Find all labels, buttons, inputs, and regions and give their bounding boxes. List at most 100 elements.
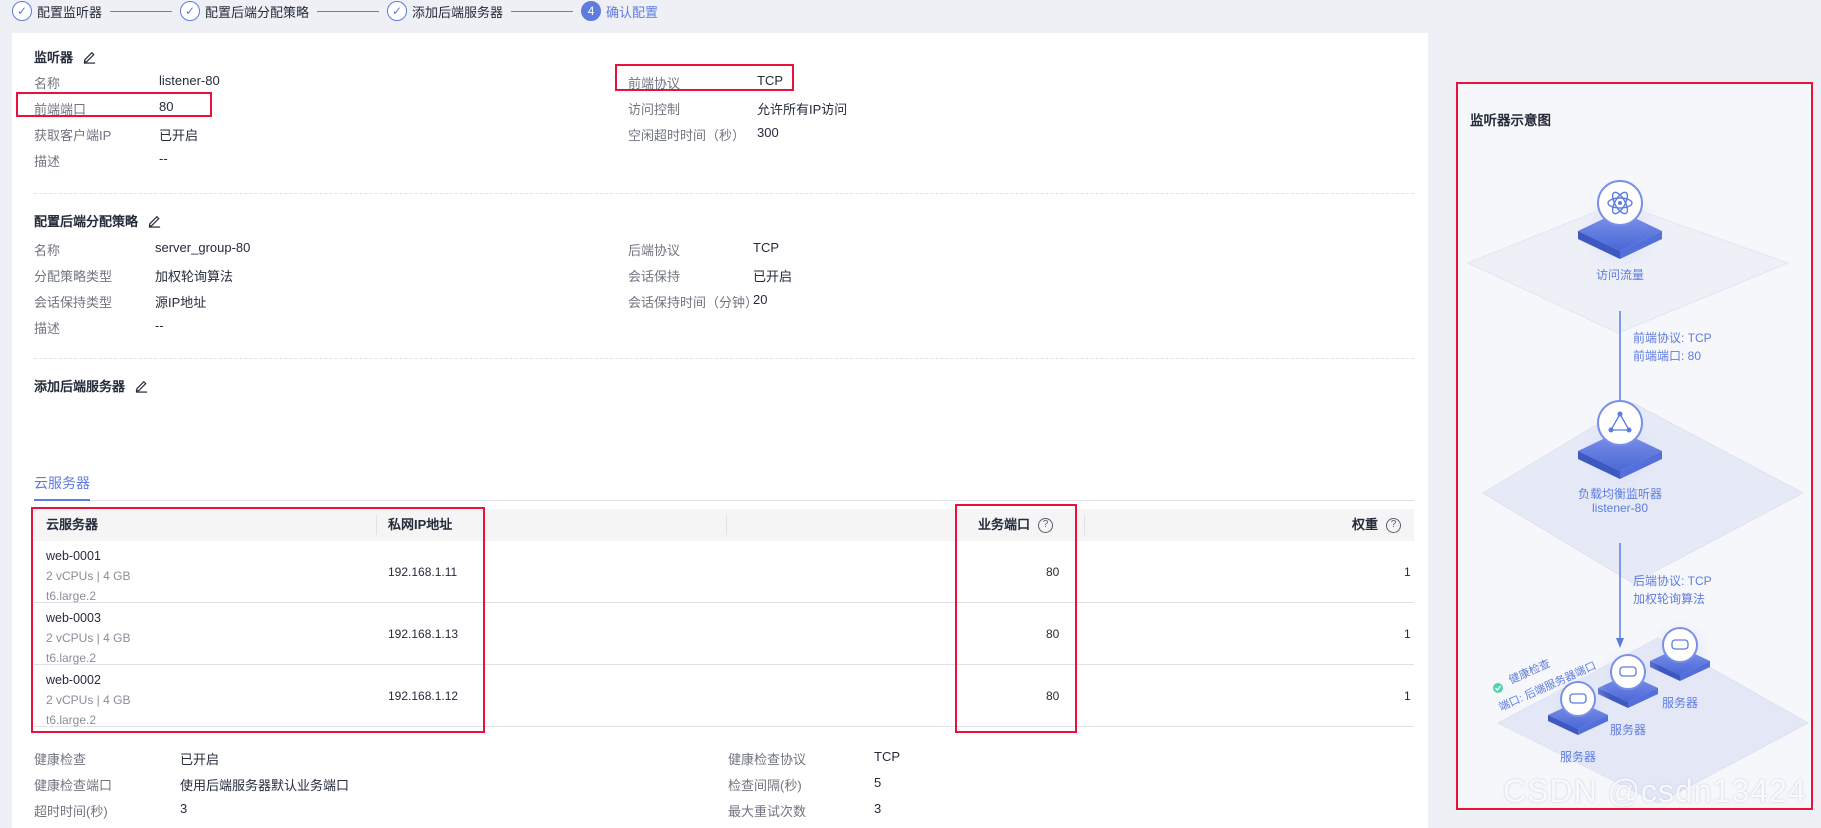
step-number: 4 xyxy=(581,1,602,21)
diagram-server-label: 服务器 xyxy=(1661,696,1698,710)
value: 20 xyxy=(753,292,768,307)
label: 名称 xyxy=(34,243,61,258)
value: 300 xyxy=(757,125,779,140)
diagram-server-label: 服务器 xyxy=(1559,750,1596,764)
tab-bar-line xyxy=(34,500,1414,501)
value: -- xyxy=(159,151,168,166)
label: 空闲超时时间（秒） xyxy=(628,128,746,143)
server-name: web-0001 xyxy=(46,549,101,563)
confirm-panel: 监听器 名称 listener-80 前端协议 TCP 前端端口 80 访问控制… xyxy=(12,33,1428,828)
label: 会话保持 xyxy=(628,269,681,284)
step-add-servers[interactable]: ✓ 添加后端服务器 xyxy=(387,1,503,21)
diagram-traffic-label: 访问流量 xyxy=(1595,268,1644,282)
col-port: 业务端口? xyxy=(978,509,1054,541)
value: -- xyxy=(155,318,164,333)
col-port-label: 业务端口 xyxy=(978,517,1031,532)
step-label: 配置后端分配策略 xyxy=(205,4,310,20)
column-divider xyxy=(376,515,377,535)
value: 80 xyxy=(159,99,174,114)
col-server: 云服务器 xyxy=(46,517,99,532)
label: 最大重试次数 xyxy=(728,804,807,819)
diagram-front-port: 前端端口: 80 xyxy=(1633,349,1702,363)
server-port: 80 xyxy=(1046,627,1060,641)
help-icon[interactable]: ? xyxy=(1038,518,1054,534)
watermark: CSDN @csdn13424 xyxy=(1503,773,1807,809)
label: 会话保持类型 xyxy=(34,295,113,310)
table-row[interactable]: web-0003 2 vCPUs | 4 GB t6.large.2 192.1… xyxy=(34,603,1414,665)
label: 访问控制 xyxy=(628,102,681,117)
diagram-server-label: 服务器 xyxy=(1609,723,1646,737)
label: 获取客户端IP xyxy=(34,128,112,143)
tab-cloud-servers[interactable]: 云服务器 xyxy=(34,473,90,501)
step-confirm[interactable]: 4 确认配置 xyxy=(581,1,658,21)
server-port: 80 xyxy=(1046,689,1060,703)
value: 3 xyxy=(874,801,882,816)
share-icon xyxy=(1597,400,1643,446)
step-connector xyxy=(317,10,380,12)
diagram-lb-name: listener-80 xyxy=(1591,501,1649,515)
diagram-back-protocol: 后端协议: TCP xyxy=(1633,574,1712,588)
section-title-backend-policy: 配置后端分配策略 xyxy=(34,211,162,230)
step-label: 确认配置 xyxy=(606,4,659,20)
value: 已开启 xyxy=(159,128,199,143)
server-flavor: t6.large.2 xyxy=(46,713,97,727)
server-weight: 1 xyxy=(1404,565,1411,579)
value: 使用后端服务器默认业务端口 xyxy=(180,778,350,793)
label: 分配策略类型 xyxy=(34,269,113,284)
label: 后端协议 xyxy=(628,243,681,258)
diagram-lb-label: 负载均衡监听器 xyxy=(1577,487,1662,501)
table-row[interactable]: web-0001 2 vCPUs | 4 GB t6.large.2 192.1… xyxy=(34,541,1414,603)
col-ip: 私网IP地址 xyxy=(388,517,453,532)
section-title-backend-servers: 添加后端服务器 xyxy=(34,376,149,395)
step-connector xyxy=(110,10,173,12)
step-label: 添加后端服务器 xyxy=(412,4,504,20)
server-ip: 192.168.1.12 xyxy=(388,689,459,703)
label: 超时时间(秒) xyxy=(34,804,108,819)
section-divider xyxy=(34,358,1414,359)
value: TCP xyxy=(874,749,900,764)
server-ip: 192.168.1.13 xyxy=(388,627,459,641)
server-ip: 192.168.1.11 xyxy=(388,565,458,579)
server-spec: 2 vCPUs | 4 GB xyxy=(46,693,131,707)
label: 健康检查协议 xyxy=(728,752,807,767)
server-weight: 1 xyxy=(1404,627,1411,641)
server-spec: 2 vCPUs | 4 GB xyxy=(46,569,131,583)
edit-icon[interactable] xyxy=(82,49,97,64)
value: TCP xyxy=(753,240,779,255)
help-icon[interactable]: ? xyxy=(1386,518,1402,534)
edit-icon[interactable] xyxy=(134,378,149,393)
check-circle-icon xyxy=(1493,683,1503,693)
check-icon: ✓ xyxy=(180,1,201,21)
server-flavor: t6.large.2 xyxy=(46,651,97,665)
label: 描述 xyxy=(34,321,61,336)
server-flavor: t6.large.2 xyxy=(46,589,97,603)
server-port: 80 xyxy=(1046,565,1060,579)
step-configure-listener[interactable]: ✓ 配置监听器 xyxy=(12,1,102,21)
value: 5 xyxy=(874,775,882,790)
edit-icon[interactable] xyxy=(147,213,162,228)
label: 描述 xyxy=(34,154,61,169)
server-spec: 2 vCPUs | 4 GB xyxy=(46,631,131,645)
wizard-steps: ✓ 配置监听器 ✓ 配置后端分配策略 ✓ 添加后端服务器 4 确认配置 xyxy=(12,0,658,22)
value: 已开启 xyxy=(180,752,220,767)
col-weight: 权重? xyxy=(1352,509,1402,541)
section-divider xyxy=(34,193,1414,194)
col-weight-label: 权重 xyxy=(1352,517,1379,532)
value: TCP xyxy=(757,73,783,88)
table-row[interactable]: web-0002 2 vCPUs | 4 GB t6.large.2 192.1… xyxy=(34,665,1414,727)
section-title-text: 配置后端分配策略 xyxy=(34,214,139,229)
step-label: 配置监听器 xyxy=(37,4,103,20)
check-icon: ✓ xyxy=(12,1,32,21)
step-backend-policy[interactable]: ✓ 配置后端分配策略 xyxy=(180,1,309,21)
step-connector xyxy=(511,10,574,12)
diagram-front-protocol: 前端协议: TCP xyxy=(1633,331,1712,345)
server-name: web-0003 xyxy=(46,611,101,625)
value: 源IP地址 xyxy=(155,295,207,310)
value: 3 xyxy=(180,801,188,816)
section-title-text: 监听器 xyxy=(34,50,74,65)
section-title-listener: 监听器 xyxy=(34,47,97,66)
column-divider xyxy=(726,515,727,535)
diagram-back-algorithm: 加权轮询算法 xyxy=(1633,592,1706,606)
listener-diagram: 监听器示意图 访问流量 前端协议: TCP 前端端口: 80 负载均衡监听器 l… xyxy=(1458,83,1812,811)
server-table-header: 云服务器 私网IP地址 业务端口? 权重? xyxy=(34,509,1414,541)
